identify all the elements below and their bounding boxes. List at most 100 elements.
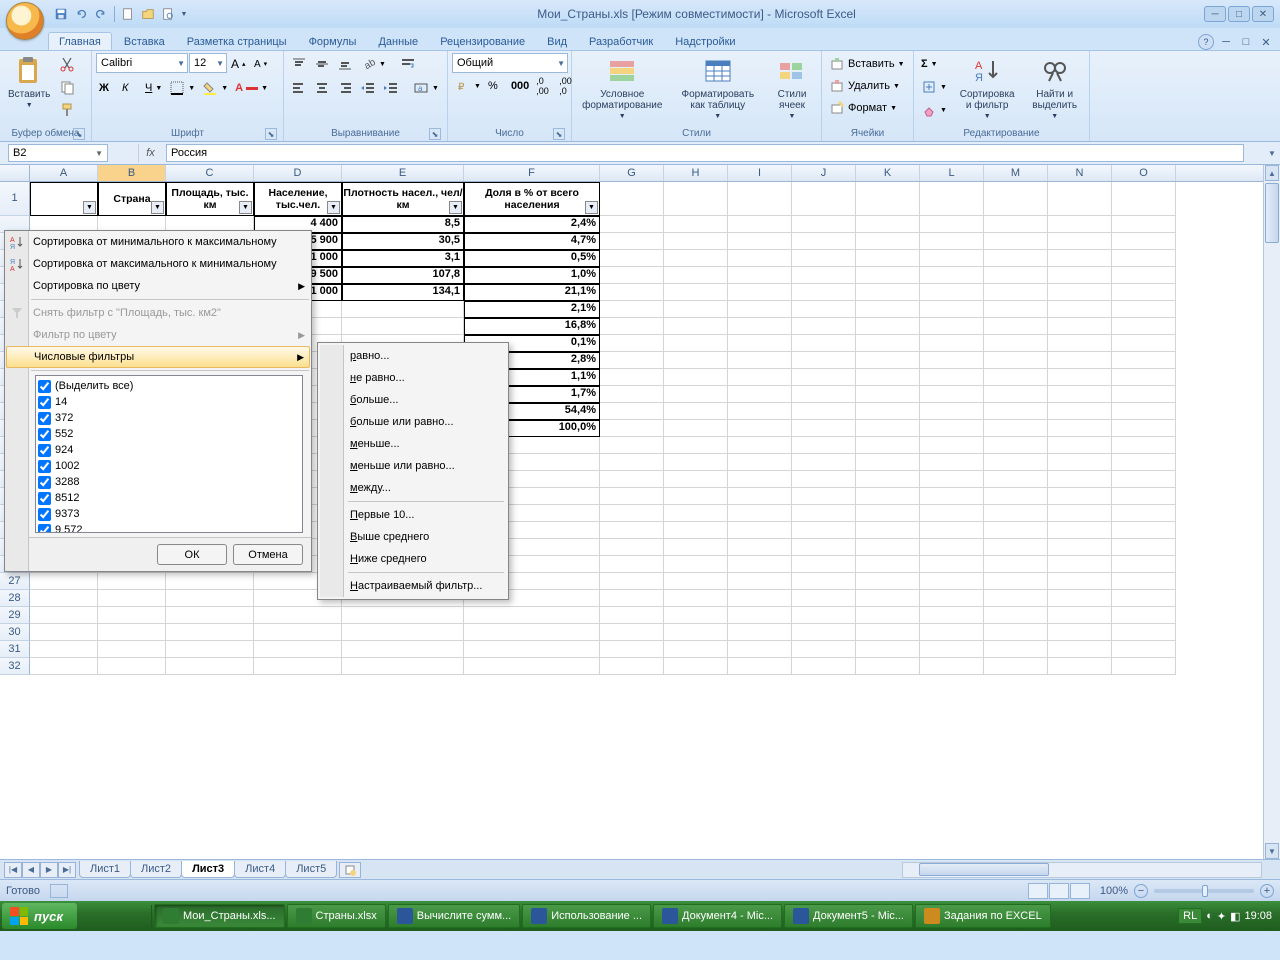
cell[interactable] xyxy=(856,471,920,488)
filter-ok-button[interactable]: ОК xyxy=(157,544,227,565)
cell[interactable] xyxy=(728,624,792,641)
qat-open-icon[interactable] xyxy=(139,5,157,23)
cell[interactable] xyxy=(728,658,792,675)
vertical-scrollbar[interactable]: ▲ ▼ xyxy=(1263,165,1280,859)
fill-color-button[interactable]: ▼ xyxy=(199,77,231,99)
sheet-nav-first[interactable]: |◀ xyxy=(4,862,22,878)
cell[interactable] xyxy=(984,454,1048,471)
cell[interactable]: 8,5 xyxy=(342,216,464,233)
macro-record-icon[interactable] xyxy=(50,884,68,898)
cell[interactable] xyxy=(98,624,166,641)
cell[interactable] xyxy=(664,352,728,369)
filter-value-checkbox[interactable] xyxy=(38,444,51,457)
page-layout-view-button[interactable] xyxy=(1049,883,1069,899)
cell[interactable]: 30,5 xyxy=(342,233,464,250)
cell[interactable] xyxy=(1048,284,1112,301)
font-color-button[interactable]: A▼ xyxy=(232,77,271,99)
cell[interactable] xyxy=(792,301,856,318)
row-header-1[interactable]: 1 xyxy=(0,182,30,216)
filter-value-checkbox[interactable] xyxy=(38,524,51,534)
cell[interactable] xyxy=(856,522,920,539)
formula-bar[interactable]: Россия xyxy=(166,144,1244,162)
cell[interactable] xyxy=(792,403,856,420)
cell[interactable]: 16,8% xyxy=(464,318,600,335)
cell[interactable] xyxy=(664,454,728,471)
cell[interactable] xyxy=(920,658,984,675)
cell[interactable] xyxy=(600,505,664,522)
cell[interactable] xyxy=(920,641,984,658)
new-sheet-button[interactable] xyxy=(339,862,361,878)
qat-undo-icon[interactable] xyxy=(72,5,90,23)
header-cell-C[interactable]: Площадь, тыс. км▼ xyxy=(166,182,254,216)
cell[interactable] xyxy=(600,556,664,573)
cell[interactable] xyxy=(600,403,664,420)
cell[interactable] xyxy=(792,573,856,590)
cell[interactable] xyxy=(1048,624,1112,641)
cell[interactable] xyxy=(342,658,464,675)
cell[interactable] xyxy=(792,284,856,301)
cell[interactable] xyxy=(1048,522,1112,539)
qat-preview-icon[interactable] xyxy=(159,5,177,23)
align-middle-button[interactable] xyxy=(311,53,333,75)
taskbar-button-3[interactable]: Использование ... xyxy=(522,904,651,928)
number-filter-item-4[interactable]: меньше... xyxy=(320,433,506,455)
ribbon-tab-4[interactable]: Данные xyxy=(368,33,428,50)
cell[interactable] xyxy=(920,590,984,607)
cell[interactable] xyxy=(664,182,728,216)
cell[interactable] xyxy=(1048,403,1112,420)
cell[interactable] xyxy=(856,420,920,437)
cell[interactable] xyxy=(600,318,664,335)
cell[interactable] xyxy=(30,573,98,590)
cell[interactable] xyxy=(30,658,98,675)
cell[interactable] xyxy=(792,216,856,233)
shrink-font-button[interactable]: A▾ xyxy=(251,53,273,75)
filter-value-checkbox[interactable] xyxy=(38,476,51,489)
cell[interactable] xyxy=(856,216,920,233)
cell[interactable] xyxy=(856,624,920,641)
cell[interactable] xyxy=(984,505,1048,522)
doc-restore-icon[interactable]: □ xyxy=(1238,34,1254,50)
cell[interactable] xyxy=(920,233,984,250)
cell[interactable] xyxy=(600,267,664,284)
cell[interactable] xyxy=(984,641,1048,658)
cell[interactable] xyxy=(856,335,920,352)
number-filter-item-6[interactable]: между... xyxy=(320,477,506,499)
cell[interactable] xyxy=(792,233,856,250)
cell[interactable] xyxy=(728,573,792,590)
start-button[interactable]: пуск xyxy=(2,903,77,929)
fill-button[interactable]: ▼ xyxy=(918,76,950,98)
cell[interactable] xyxy=(600,539,664,556)
taskbar-button-5[interactable]: Документ5 - Mic... xyxy=(784,904,913,928)
cell[interactable] xyxy=(792,454,856,471)
cell[interactable] xyxy=(1048,556,1112,573)
filter-value-checkbox[interactable] xyxy=(38,508,51,521)
zoom-in-button[interactable]: + xyxy=(1260,884,1274,898)
format-cells-button[interactable]: Формат▼ xyxy=(826,97,908,119)
cell[interactable] xyxy=(792,590,856,607)
language-indicator[interactable]: RL xyxy=(1178,908,1202,924)
cell[interactable] xyxy=(728,641,792,658)
cell[interactable] xyxy=(600,182,664,216)
column-header-O[interactable]: O xyxy=(1112,165,1176,181)
cell[interactable] xyxy=(600,233,664,250)
cell[interactable] xyxy=(1112,182,1176,216)
cell[interactable] xyxy=(792,641,856,658)
cell[interactable] xyxy=(1112,420,1176,437)
cell[interactable] xyxy=(920,505,984,522)
row-header-32[interactable]: 32 xyxy=(0,658,30,675)
format-painter-button[interactable] xyxy=(56,99,78,121)
filter-button-D[interactable]: ▼ xyxy=(327,201,340,214)
qat-redo-icon[interactable] xyxy=(92,5,110,23)
taskbar-button-1[interactable]: Страны.xlsx xyxy=(287,904,386,928)
cell[interactable] xyxy=(920,386,984,403)
cell[interactable] xyxy=(664,301,728,318)
cell[interactable] xyxy=(728,420,792,437)
cell[interactable] xyxy=(664,556,728,573)
sheet-tab-0[interactable]: Лист1 xyxy=(79,861,131,878)
cell[interactable] xyxy=(984,216,1048,233)
cell[interactable] xyxy=(728,437,792,454)
cell[interactable] xyxy=(30,624,98,641)
cell[interactable] xyxy=(1112,454,1176,471)
qat-save-icon[interactable] xyxy=(52,5,70,23)
cell[interactable] xyxy=(166,573,254,590)
